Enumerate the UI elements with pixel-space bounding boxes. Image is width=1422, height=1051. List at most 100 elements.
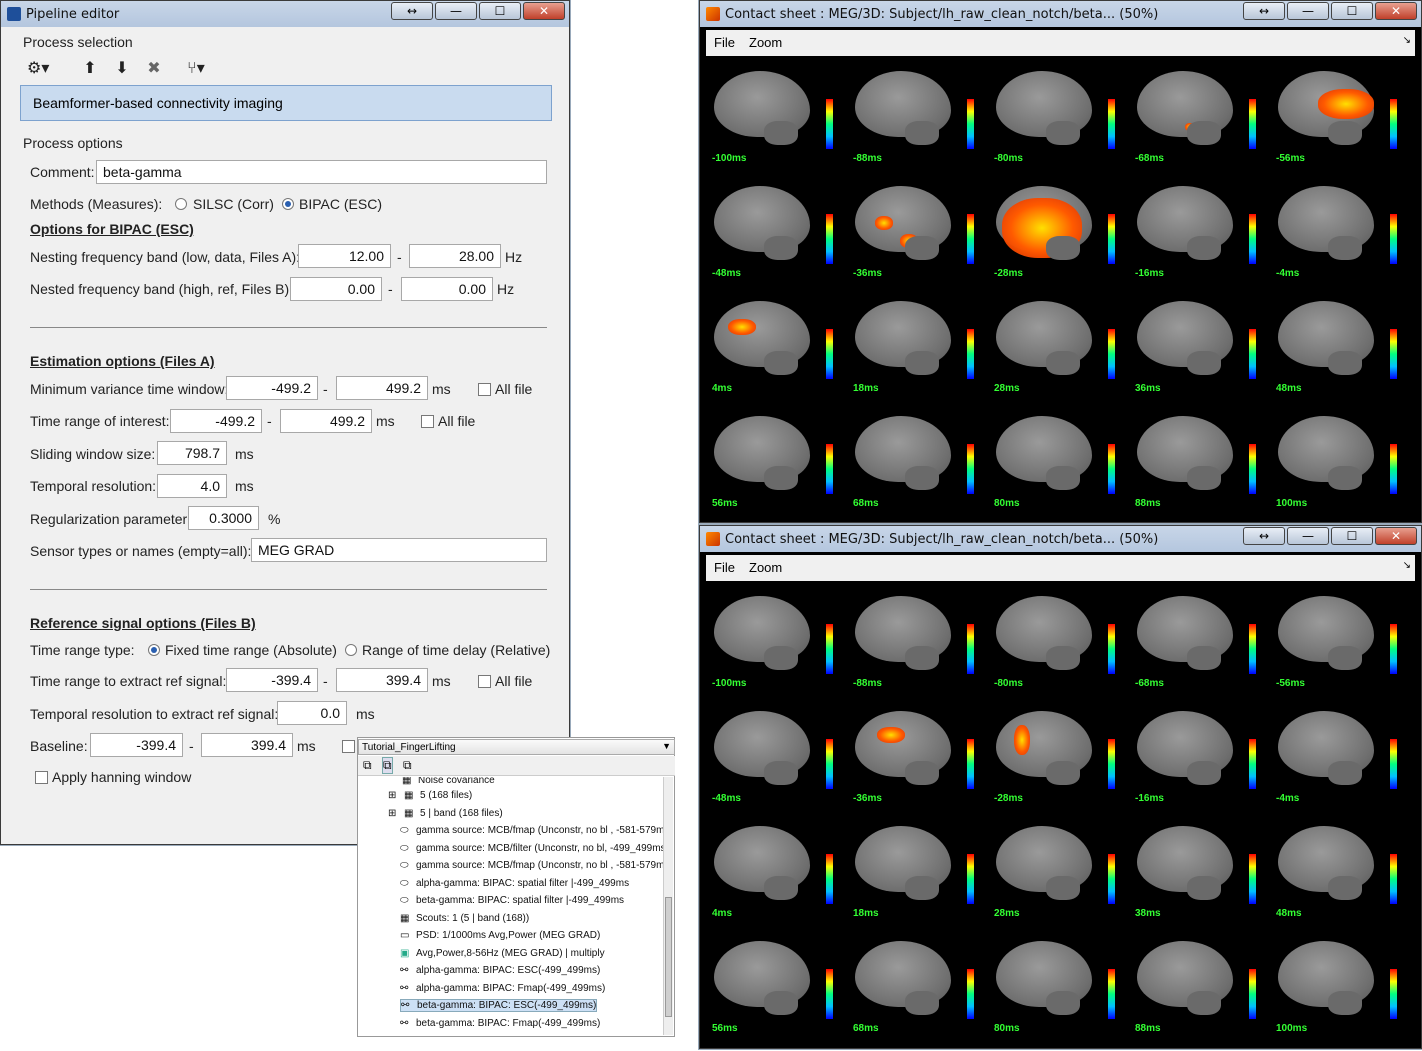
- dock-arrow-icon[interactable]: ↘: [1403, 560, 1411, 571]
- brain-thumbnail[interactable]: 80ms: [988, 927, 1130, 1042]
- brain-thumbnail[interactable]: 4ms: [706, 812, 848, 927]
- minimize-button[interactable]: —: [435, 2, 477, 20]
- contact-sheet-title-bar[interactable]: Contact sheet : MEG/3D: Subject/lh_raw_c…: [700, 526, 1421, 552]
- brain-thumbnail[interactable]: -100ms: [706, 582, 848, 697]
- brain-thumbnail[interactable]: -80ms: [988, 582, 1130, 697]
- minvar-end-input[interactable]: 499.2: [336, 376, 428, 400]
- brain-thumbnail[interactable]: -100ms: [706, 57, 848, 172]
- temporal-res-input[interactable]: 4.0: [157, 474, 227, 498]
- tres-ref-input[interactable]: 0.0: [277, 701, 347, 725]
- tree-row[interactable]: 5 (168 files): [420, 790, 472, 801]
- move-up-icon[interactable]: ⬆: [79, 57, 101, 79]
- brain-thumbnail[interactable]: 48ms: [1270, 812, 1412, 927]
- resize-arrows-button[interactable]: ↔: [1243, 527, 1285, 545]
- minimize-button[interactable]: —: [1287, 2, 1329, 20]
- maximize-button[interactable]: ☐: [1331, 2, 1373, 20]
- resize-arrows-button[interactable]: ↔: [1243, 2, 1285, 20]
- brain-thumbnail[interactable]: -80ms: [988, 57, 1130, 172]
- pipeline-title-bar[interactable]: Pipeline editor ↔ — ☐ ✕: [1, 1, 569, 27]
- brain-thumbnail[interactable]: 28ms: [988, 812, 1130, 927]
- anatomy-view-icon[interactable]: ⧉: [382, 757, 393, 774]
- tree-row[interactable]: alpha-gamma: BIPAC: ESC(-499_499ms): [416, 965, 600, 976]
- close-button[interactable]: ✕: [1375, 2, 1417, 20]
- comment-input[interactable]: beta-gamma: [96, 160, 547, 184]
- tree-row[interactable]: 5 | band (168 files): [420, 808, 503, 819]
- relative-radio[interactable]: [345, 644, 357, 656]
- brain-thumbnail[interactable]: 68ms: [847, 402, 989, 517]
- tree-row[interactable]: gamma source: MCB/fmap (Unconstr, no bl …: [416, 825, 663, 836]
- tree-row-selected[interactable]: beta-gamma: BIPAC: ESC(-499_499ms): [417, 1000, 596, 1011]
- minvar-start-input[interactable]: -499.2: [226, 376, 318, 400]
- brain-thumbnail[interactable]: 18ms: [847, 287, 989, 402]
- tree-row[interactable]: PSD: 1/1000ms Avg,Power (MEG GRAD): [416, 930, 600, 941]
- selected-process-item[interactable]: Beamformer-based connectivity imaging: [20, 85, 552, 121]
- brain-thumbnail[interactable]: -68ms: [1129, 57, 1271, 172]
- tree-row[interactable]: gamma source: MCB/filter (Unconstr, no b…: [416, 843, 663, 854]
- tree-row[interactable]: Avg,Power,8-56Hz (MEG GRAD) | multiply: [416, 948, 605, 959]
- functional-view-icon[interactable]: ⧉: [363, 758, 372, 773]
- brain-thumbnail[interactable]: 80ms: [988, 402, 1130, 517]
- brain-thumbnail[interactable]: 18ms: [847, 812, 989, 927]
- extract-start-input[interactable]: -399.4: [226, 668, 318, 692]
- tree-row[interactable]: Noise covariance: [418, 777, 495, 786]
- menu-zoom[interactable]: Zoom: [749, 560, 782, 575]
- brain-thumbnail[interactable]: 100ms: [1270, 927, 1412, 1042]
- menu-file[interactable]: File: [714, 35, 735, 50]
- pipeline-tree-icon[interactable]: ⑂▾: [185, 57, 207, 79]
- nesting-high-input[interactable]: 28.00: [409, 244, 501, 268]
- brain-thumbnail[interactable]: -56ms: [1270, 57, 1412, 172]
- brain-thumbnail[interactable]: -88ms: [847, 57, 989, 172]
- brain-thumbnail[interactable]: -28ms: [988, 172, 1130, 287]
- protocol-dropdown[interactable]: Tutorial_FingerLifting ▼: [358, 739, 675, 755]
- brain-thumbnail[interactable]: -36ms: [847, 172, 989, 287]
- baseline-start-input[interactable]: -399.4: [90, 733, 183, 757]
- close-button[interactable]: ✕: [1375, 527, 1417, 545]
- tree-row[interactable]: alpha-gamma: BIPAC: Fmap(-499_499ms): [416, 983, 605, 994]
- extract-allfile-checkbox[interactable]: [478, 675, 491, 688]
- tree-row[interactable]: alpha-gamma: BIPAC: spatial filter |-499…: [416, 878, 629, 889]
- brain-thumbnail[interactable]: -16ms: [1129, 172, 1271, 287]
- sensor-input[interactable]: MEG GRAD: [251, 538, 547, 562]
- brain-thumbnail[interactable]: 4ms: [706, 287, 848, 402]
- baseline-end-input[interactable]: 399.4: [201, 733, 293, 757]
- silsc-radio[interactable]: [175, 198, 187, 210]
- brain-thumbnail[interactable]: -28ms: [988, 697, 1130, 812]
- brain-thumbnail[interactable]: 36ms: [1129, 287, 1271, 402]
- minvar-allfile-checkbox[interactable]: [478, 383, 491, 396]
- maximize-button[interactable]: ☐: [479, 2, 521, 20]
- brain-thumbnail[interactable]: 28ms: [988, 287, 1130, 402]
- brain-thumbnail[interactable]: 56ms: [706, 927, 848, 1042]
- brain-thumbnail[interactable]: -4ms: [1270, 172, 1412, 287]
- menu-zoom[interactable]: Zoom: [749, 35, 782, 50]
- tree-row[interactable]: beta-gamma: BIPAC: spatial filter |-499_…: [416, 895, 624, 906]
- brain-thumbnail[interactable]: 56ms: [706, 402, 848, 517]
- brain-thumbnail[interactable]: -36ms: [847, 697, 989, 812]
- nesting-low-input[interactable]: 12.00: [298, 244, 391, 268]
- delete-icon[interactable]: ✖: [143, 57, 165, 79]
- roi-start-input[interactable]: -499.2: [170, 409, 262, 433]
- resize-arrows-button[interactable]: ↔: [391, 2, 433, 20]
- brain-thumbnail[interactable]: 48ms: [1270, 287, 1412, 402]
- regularization-input[interactable]: 0.3000: [188, 506, 259, 530]
- brain-thumbnail[interactable]: -68ms: [1129, 582, 1271, 697]
- extract-end-input[interactable]: 399.4: [336, 668, 428, 692]
- brain-thumbnail[interactable]: 68ms: [847, 927, 989, 1042]
- brain-thumbnail[interactable]: -88ms: [847, 582, 989, 697]
- dock-arrow-icon[interactable]: ↘: [1403, 35, 1411, 46]
- brain-thumbnail[interactable]: 88ms: [1129, 402, 1271, 517]
- roi-allfile-checkbox[interactable]: [421, 415, 434, 428]
- brain-thumbnail[interactable]: 88ms: [1129, 927, 1271, 1042]
- move-down-icon[interactable]: ⬇: [111, 57, 133, 79]
- nested-high-input[interactable]: 0.00: [401, 277, 493, 301]
- brain-thumbnail[interactable]: 38ms: [1129, 812, 1271, 927]
- tree-scrollbar[interactable]: [663, 777, 673, 1035]
- minimize-button[interactable]: —: [1287, 527, 1329, 545]
- sliding-input[interactable]: 798.7: [157, 441, 227, 465]
- tree-row[interactable]: beta-gamma: BIPAC: Fmap(-499_499ms): [416, 1018, 600, 1029]
- brain-thumbnail[interactable]: -56ms: [1270, 582, 1412, 697]
- tree-row[interactable]: gamma source: MCB/fmap (Unconstr, no bl …: [416, 860, 663, 871]
- nested-low-input[interactable]: 0.00: [290, 277, 382, 301]
- contact-sheet-title-bar[interactable]: Contact sheet : MEG/3D: Subject/lh_raw_c…: [700, 1, 1421, 27]
- tree-row[interactable]: Scouts: 1 (5 | band (168)): [416, 913, 529, 924]
- brain-thumbnail[interactable]: -16ms: [1129, 697, 1271, 812]
